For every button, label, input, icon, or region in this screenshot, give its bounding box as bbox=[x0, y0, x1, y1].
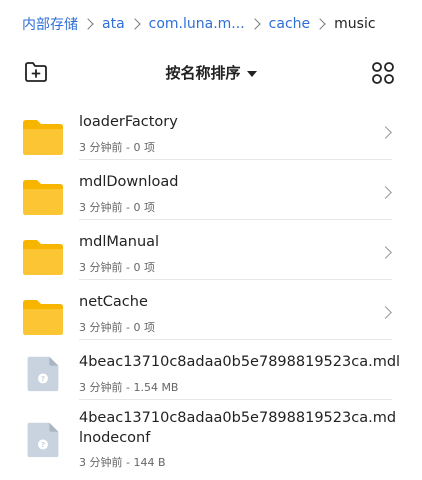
sort-dropdown[interactable]: 按名称排序 bbox=[0, 62, 422, 83]
item-meta: 3 分钟前 - 0 项 bbox=[79, 141, 155, 154]
svg-text:?: ? bbox=[41, 374, 45, 383]
toolbar: 按名称排序 bbox=[0, 58, 422, 88]
item-meta: 3 分钟前 - 0 项 bbox=[79, 321, 155, 334]
list-item-folder[interactable]: mdlDownload 3 分钟前 - 0 项 bbox=[0, 160, 422, 220]
breadcrumb-item-cache[interactable]: cache bbox=[269, 16, 310, 32]
chevron-right-icon bbox=[82, 18, 94, 30]
sort-label: 按名称排序 bbox=[165, 64, 241, 82]
breadcrumb-item-ata[interactable]: ata bbox=[102, 16, 125, 32]
list-item-folder[interactable]: netCache 3 分钟前 - 0 项 bbox=[0, 280, 422, 340]
chevron-right-icon bbox=[379, 186, 392, 199]
item-meta: 3 分钟前 - 144 B bbox=[79, 456, 166, 469]
chevron-right-icon bbox=[379, 126, 392, 139]
folder-icon bbox=[23, 120, 63, 155]
item-meta: 3 分钟前 - 0 项 bbox=[79, 201, 155, 214]
list-item-file[interactable]: ? 4beac13710c8adaa0b5e7898819523ca.mdl 3… bbox=[0, 340, 422, 400]
list-item-folder[interactable]: mdlManual 3 分钟前 - 0 项 bbox=[0, 220, 422, 280]
unknown-file-icon: ? bbox=[27, 422, 59, 458]
folder-icon bbox=[23, 180, 63, 215]
svg-text:?: ? bbox=[41, 440, 45, 449]
grid-view-icon bbox=[372, 62, 394, 84]
item-name: netCache bbox=[79, 294, 148, 310]
folder-icon bbox=[23, 300, 63, 335]
caret-down-icon bbox=[246, 70, 257, 77]
item-meta: 3 分钟前 - 0 项 bbox=[79, 261, 155, 274]
item-name: 4beac13710c8adaa0b5e7898819523ca.mdl bbox=[79, 354, 401, 370]
list-item-folder[interactable]: loaderFactory 3 分钟前 - 0 项 bbox=[0, 100, 422, 160]
breadcrumb: 内部存储 ata com.luna.m... cache music bbox=[22, 13, 414, 35]
item-meta: 3 分钟前 - 1.54 MB bbox=[79, 381, 179, 394]
breadcrumb-item-com-luna[interactable]: com.luna.m... bbox=[149, 16, 245, 32]
breadcrumb-item-music: music bbox=[334, 16, 376, 32]
item-name: mdlDownload bbox=[79, 174, 179, 190]
folder-icon bbox=[23, 240, 63, 275]
list-item-file[interactable]: ? 4beac13710c8adaa0b5e7898819523ca.mdlno… bbox=[0, 400, 422, 472]
chevron-right-icon bbox=[314, 18, 326, 30]
unknown-file-icon: ? bbox=[27, 356, 59, 392]
item-name: 4beac13710c8adaa0b5e7898819523ca.mdlnode… bbox=[79, 410, 397, 446]
chevron-right-icon bbox=[249, 18, 261, 30]
file-list: loaderFactory 3 分钟前 - 0 项 mdlDownload 3 … bbox=[0, 100, 422, 472]
chevron-right-icon bbox=[379, 246, 392, 259]
chevron-right-icon bbox=[379, 306, 392, 319]
grid-view-button[interactable] bbox=[371, 61, 395, 85]
breadcrumb-item-internal-storage[interactable]: 内部存储 bbox=[22, 14, 78, 34]
chevron-right-icon bbox=[128, 18, 141, 30]
item-name: mdlManual bbox=[79, 234, 160, 250]
item-name: loaderFactory bbox=[79, 114, 178, 130]
